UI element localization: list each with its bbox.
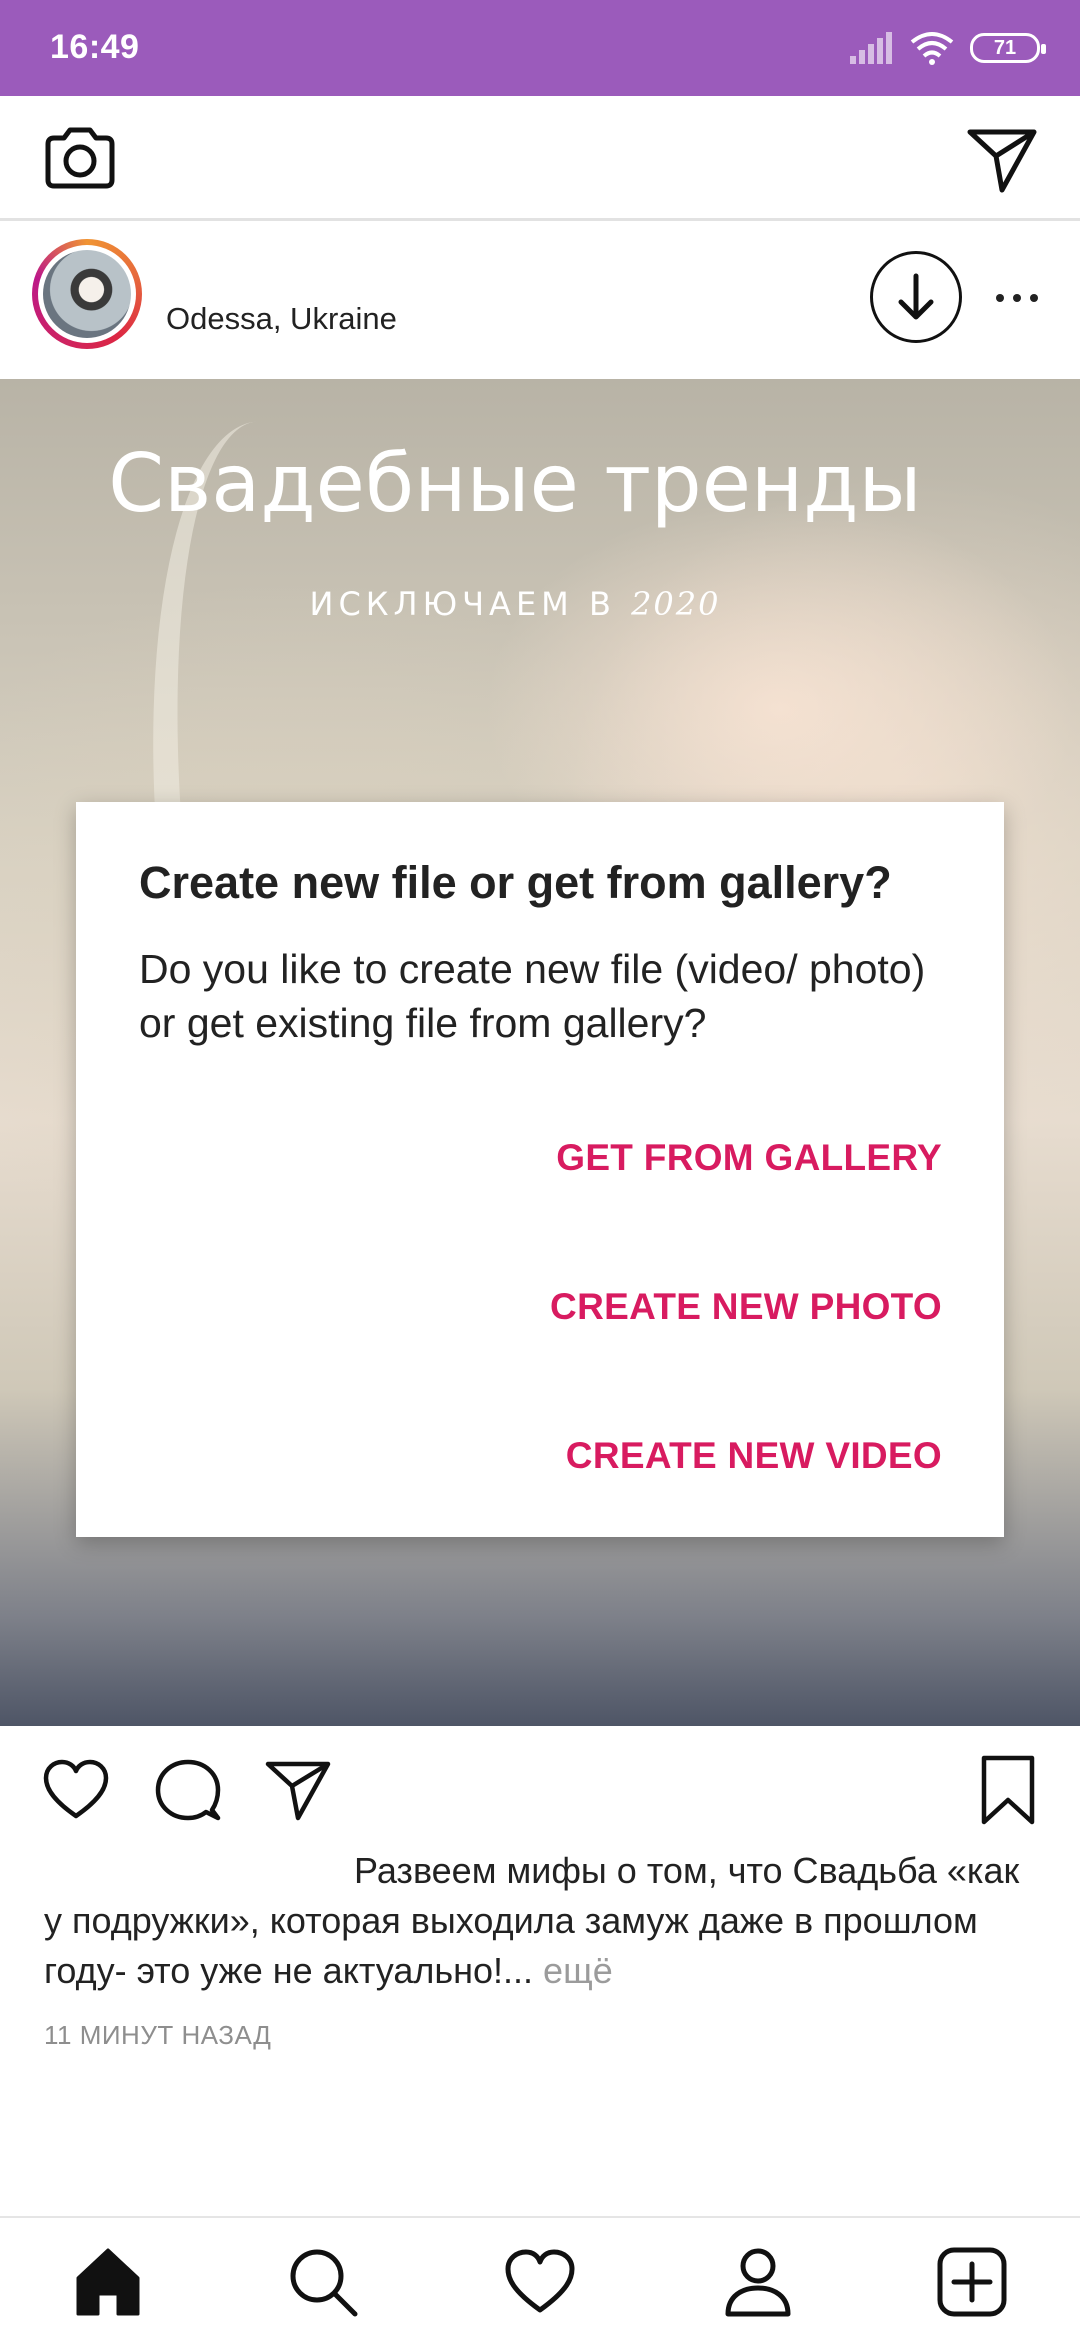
add-icon[interactable] [932, 2242, 1012, 2322]
profile-icon[interactable] [718, 2242, 798, 2322]
image-title: Свадебные тренды [108, 437, 922, 530]
paper-plane-icon[interactable] [262, 1754, 334, 1826]
download-icon [898, 273, 934, 320]
post-location[interactable]: Odessa, Ukraine [166, 301, 397, 337]
download-button[interactable] [870, 251, 962, 343]
status-time: 16:49 [50, 28, 140, 66]
battery-level: 71 [993, 36, 1017, 59]
bookmark-icon[interactable] [972, 1754, 1044, 1826]
image-subtitle: ИСКЛЮЧАЕМ В 2020 [0, 585, 1030, 623]
wifi-icon [910, 32, 954, 65]
create-new-video-button[interactable]: CREATE NEW VIDEO [566, 1435, 942, 1477]
post-timestamp: 11 МИНУТ НАЗАД [44, 2020, 272, 2050]
heart-icon[interactable] [500, 2242, 580, 2322]
caption-more-link[interactable]: ещё [543, 1950, 613, 1991]
avatar[interactable] [32, 239, 142, 349]
heart-icon[interactable] [40, 1754, 112, 1826]
search-icon[interactable] [283, 2242, 363, 2322]
top-header [0, 96, 1080, 221]
bottom-navigation [0, 2216, 1080, 2342]
post-actions [0, 1726, 1080, 1836]
file-source-dialog: Create new file or get from gallery? Do … [76, 802, 1004, 1537]
dialog-message: Do you like to create new file (video/ p… [139, 946, 926, 1046]
status-icons: 71 [850, 28, 1046, 68]
more-icon[interactable] [992, 273, 1042, 323]
camera-icon[interactable] [40, 118, 120, 198]
post-caption: Развеем мифы о том, что Свадьба «как у п… [44, 1846, 1044, 1996]
dialog-title: Create new file or get from gallery? [139, 857, 892, 908]
caption-text: Развеем мифы о том, что Свадьба «как у п… [44, 1850, 1020, 1991]
get-from-gallery-button[interactable]: GET FROM GALLERY [556, 1137, 942, 1179]
avatar-image [43, 250, 131, 338]
home-icon[interactable] [68, 2242, 148, 2322]
post-header: Odessa, Ukraine [0, 221, 1080, 379]
comment-icon[interactable] [152, 1754, 224, 1826]
image-subtitle-year: 2020 [631, 585, 721, 623]
battery-icon: 71 [970, 33, 1046, 63]
create-new-photo-button[interactable]: CREATE NEW PHOTO [550, 1286, 942, 1328]
image-subtitle-text: ИСКЛЮЧАЕМ В [309, 585, 632, 623]
paper-plane-icon[interactable] [962, 118, 1042, 198]
status-bar: 16:49 71 [0, 0, 1080, 96]
signal-icon [850, 32, 892, 64]
